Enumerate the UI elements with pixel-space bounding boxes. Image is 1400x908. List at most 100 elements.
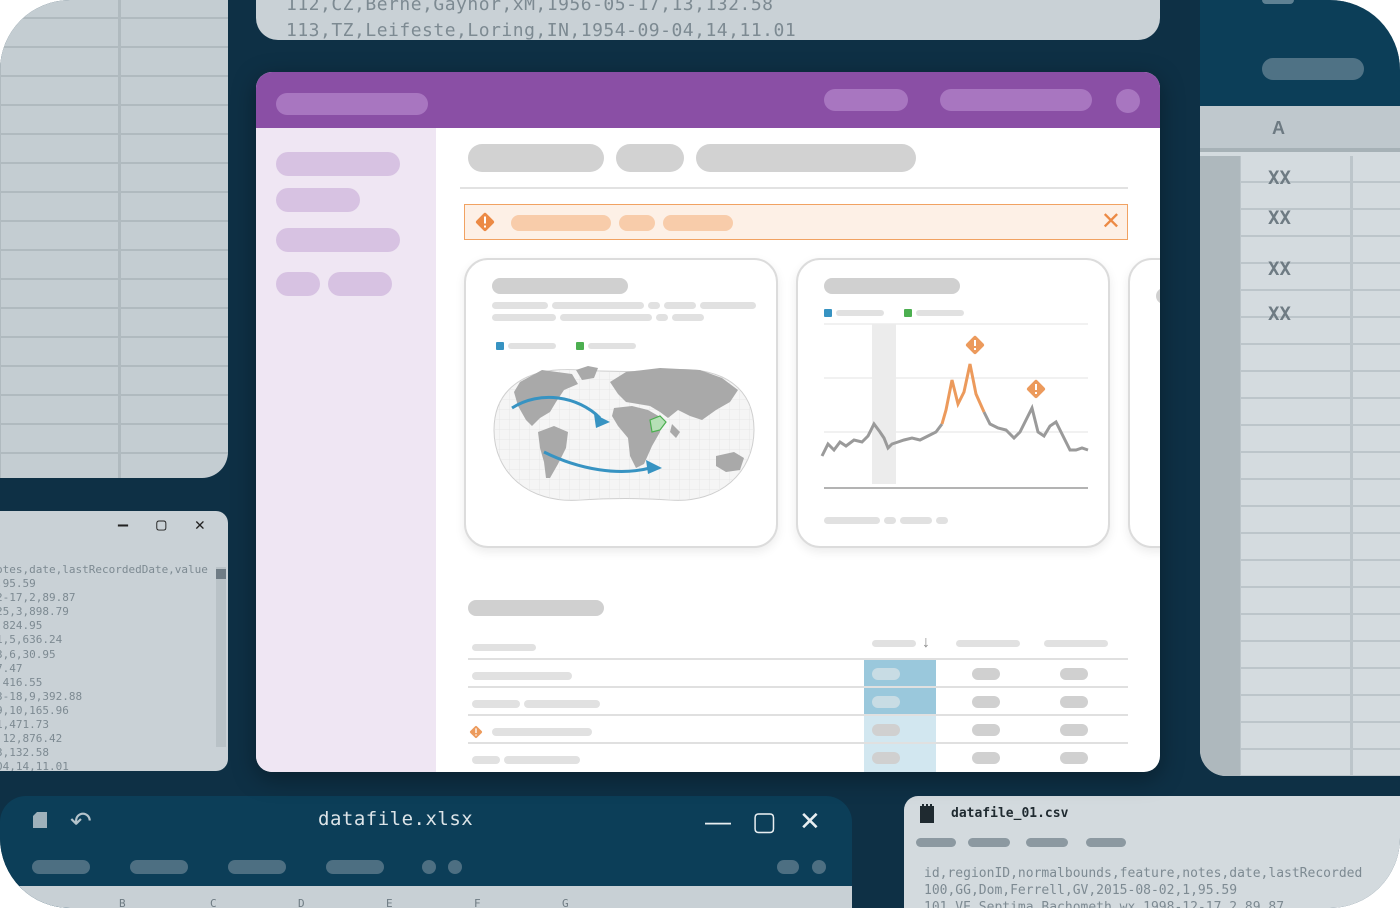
column-letter: B <box>119 897 126 908</box>
table-cell <box>1060 724 1088 736</box>
map-card[interactable] <box>464 258 778 548</box>
card-description <box>656 314 668 321</box>
scrollbar-thumb[interactable] <box>216 569 226 579</box>
menu-item[interactable] <box>228 860 286 874</box>
spreadsheet-window-top-left <box>0 0 228 478</box>
window-title: datafile_01.csv <box>951 806 1069 821</box>
card-title <box>492 278 628 294</box>
spreadsheet-window-right: A XX XX XX XX <box>1200 0 1400 776</box>
csv-text: id,regionID,normalbounds,feature,notes,d… <box>924 866 1363 908</box>
chart-caption <box>936 517 948 524</box>
toolbar-pill[interactable] <box>777 860 799 874</box>
menu-item[interactable] <box>32 860 90 874</box>
tab[interactable] <box>616 144 684 172</box>
column-header[interactable] <box>472 644 536 651</box>
table-row-divider <box>468 686 1128 688</box>
cell-value[interactable]: XX <box>1268 167 1291 189</box>
toolbar-pill[interactable] <box>1262 58 1364 80</box>
sidebar-item[interactable] <box>328 272 392 296</box>
column-header[interactable] <box>956 640 1020 647</box>
close-icon[interactable]: ✕ <box>1101 208 1121 236</box>
card-description <box>672 314 704 321</box>
table-cell <box>524 700 600 708</box>
column-header-label: A <box>1272 118 1285 138</box>
avatar[interactable] <box>1116 89 1140 113</box>
topbar-nav-item[interactable] <box>824 89 908 111</box>
line-chart <box>820 323 1089 489</box>
sidebar-item[interactable] <box>276 188 360 212</box>
warning-icon[interactable] <box>965 335 985 355</box>
undo-icon[interactable]: ↶ <box>70 806 92 837</box>
card-description <box>560 314 652 321</box>
column-header[interactable] <box>1044 640 1108 647</box>
csv-text: otes,date,lastRecordedDate,value ,95.59 … <box>0 563 208 771</box>
alert-text <box>619 215 655 231</box>
sidebar-item[interactable] <box>276 272 320 296</box>
table-cell <box>872 668 900 680</box>
card-description <box>648 302 660 309</box>
line-chart-card[interactable] <box>796 258 1110 548</box>
world-map <box>493 366 755 501</box>
sort-descending-icon[interactable]: ↓ <box>922 634 930 652</box>
column-header: A <box>1200 106 1400 152</box>
menu-item[interactable] <box>130 860 188 874</box>
table-cell <box>504 756 580 764</box>
table-title <box>468 600 604 616</box>
document-icon[interactable] <box>918 804 936 824</box>
card-description <box>492 314 556 321</box>
minimize-icon[interactable]: — <box>705 806 731 837</box>
alert-banner: ✕ <box>464 204 1128 240</box>
window-controls[interactable]: – ▢ ✕ <box>118 515 214 535</box>
document-icon[interactable] <box>30 810 50 830</box>
partial-card[interactable] <box>1128 258 1160 548</box>
cell-value[interactable]: XX <box>1268 258 1291 280</box>
table-cell <box>472 700 520 708</box>
tab[interactable] <box>468 144 604 172</box>
table-cell <box>972 724 1000 736</box>
table-cell <box>1060 696 1088 708</box>
menu-item[interactable] <box>326 860 384 874</box>
column-letter: G <box>562 897 569 908</box>
card-description <box>492 302 548 309</box>
menu-item[interactable] <box>1026 838 1068 847</box>
spreadsheet-window-bottom: ↶ datafile.xlsx — ▢ ✕ <box>0 796 852 908</box>
column-letter: D <box>298 897 305 908</box>
tab[interactable] <box>696 144 916 172</box>
warning-icon <box>469 725 483 739</box>
warning-icon[interactable] <box>1026 379 1046 399</box>
card-description <box>552 302 644 309</box>
cell-value[interactable]: XX <box>1268 207 1291 229</box>
card-description <box>664 302 696 309</box>
card-description <box>700 302 756 309</box>
toolbar-dot[interactable] <box>422 860 436 874</box>
table-cell <box>472 756 500 764</box>
card-title <box>824 278 960 294</box>
cell-value[interactable]: XX <box>1268 303 1291 325</box>
menu-item[interactable] <box>1086 838 1126 847</box>
maximize-icon[interactable]: ▢ <box>752 806 777 837</box>
legend-label <box>508 343 556 349</box>
menu-item[interactable] <box>968 838 1010 847</box>
table-cell <box>972 668 1000 680</box>
column-header[interactable] <box>872 640 916 647</box>
toolbar-tab[interactable] <box>1262 0 1294 4</box>
dashboard-window: ✕ ↓ <box>256 72 1160 772</box>
legend-green-swatch <box>904 309 912 317</box>
menu-item[interactable] <box>916 838 956 847</box>
legend-green-swatch <box>576 342 584 350</box>
sidebar-item[interactable] <box>276 152 400 176</box>
window-title: datafile.xlsx <box>318 808 474 830</box>
close-icon[interactable]: ✕ <box>799 806 821 837</box>
chart-caption <box>900 517 932 524</box>
topbar-nav-item[interactable] <box>940 89 1092 111</box>
spreadsheet-toolbar <box>1200 0 1400 106</box>
table-cell <box>1060 668 1088 680</box>
scrollbar[interactable] <box>216 567 226 747</box>
legend-label <box>588 343 636 349</box>
toolbar-dot[interactable] <box>812 860 826 874</box>
table-row-divider <box>468 658 1128 660</box>
sidebar-item[interactable] <box>276 228 400 252</box>
row-header <box>1200 156 1240 776</box>
toolbar-dot[interactable] <box>448 860 462 874</box>
table-row-divider <box>468 714 1128 716</box>
